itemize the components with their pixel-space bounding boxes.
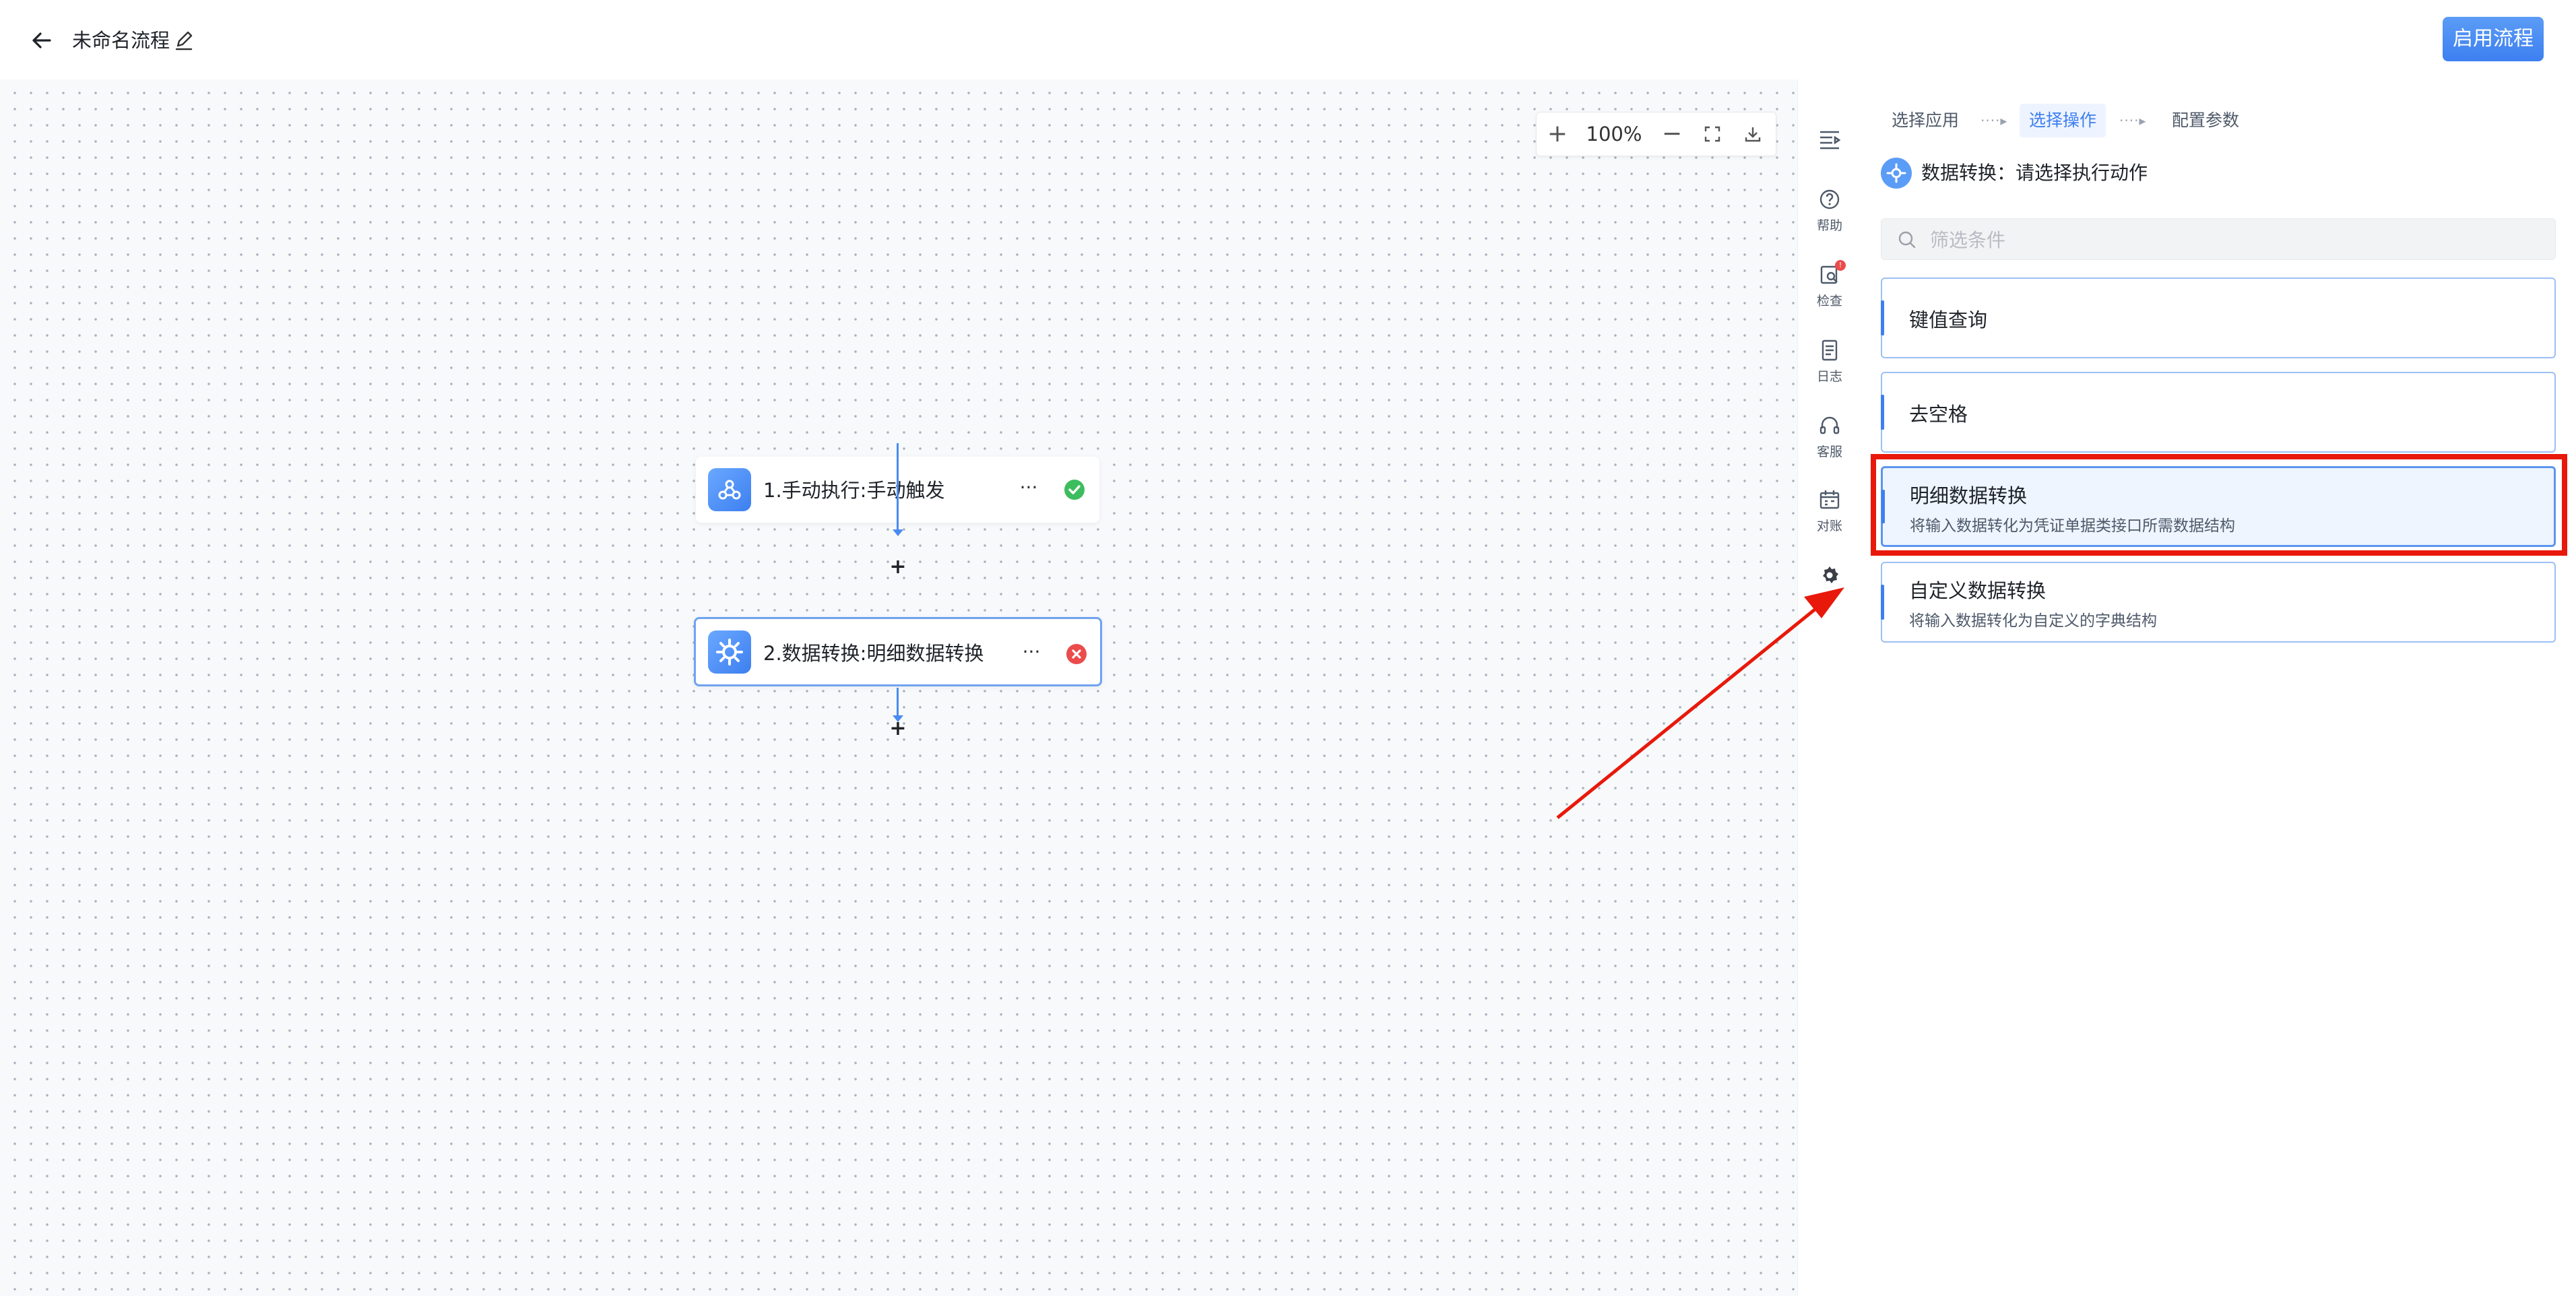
step-separator-icon: ····▸ — [2119, 112, 2147, 129]
download-icon[interactable] — [1737, 112, 1768, 156]
action-title: 明细数据转换 — [1910, 484, 2028, 507]
search-input[interactable] — [1929, 224, 2538, 255]
success-check-icon — [1064, 480, 1085, 500]
step-separator-icon: ····▸ — [1981, 112, 2008, 129]
node-label: 1.手动执行:手动触发 — [763, 479, 945, 502]
enable-flow-button[interactable]: 启用流程 — [2443, 17, 2544, 61]
steps-breadcrumb: 选择应用 ····▸ 选择操作 ····▸ 配置参数 — [1861, 104, 2576, 137]
flow-node-transform[interactable]: 2.数据转换:明细数据转换 ··· — [694, 617, 1102, 686]
zoom-level: 100% — [1586, 123, 1642, 145]
step-config-params[interactable]: 配置参数 — [2172, 104, 2239, 137]
side-toolbar: 帮助 ! 检查 日志 客服 对账 — [1797, 79, 1861, 1296]
action-desc: 将输入数据转化为凭证单据类接口所需数据结构 — [1910, 517, 2235, 535]
flow-canvas[interactable]: + 100% − 1.手动执行:手动触发 ··· + 2.数据转换:明细数据转换… — [0, 79, 1797, 1296]
toolbar-label: 客服 — [1816, 445, 1842, 459]
action-card-selected[interactable]: 明细数据转换 将输入数据转化为凭证单据类接口所需数据结构 — [1881, 466, 2556, 547]
action-desc: 将输入数据转化为自定义的字典结构 — [1909, 612, 2157, 630]
action-title: 键值查询 — [1909, 309, 1988, 331]
webhook-icon — [708, 468, 751, 511]
action-card[interactable]: 去空格 — [1881, 372, 2556, 453]
panel-heading: 数据转换：请选择执行动作 — [1921, 162, 2148, 184]
connector-line — [897, 443, 899, 531]
step-select-app[interactable]: 选择应用 — [1892, 104, 1959, 137]
toolbar-settings[interactable] — [1798, 563, 1861, 587]
log-icon — [1817, 338, 1842, 362]
connector-arrow — [893, 529, 903, 536]
fit-screen-icon[interactable] — [1697, 112, 1728, 156]
action-title: 去空格 — [1909, 403, 1968, 426]
toolbar-help[interactable]: 帮助 — [1798, 187, 1861, 234]
toolbar-label: 日志 — [1816, 369, 1842, 384]
headset-icon — [1817, 414, 1842, 438]
gear-icon — [1817, 563, 1842, 587]
check-icon: ! — [1817, 260, 1846, 287]
warning-badge: ! — [1835, 260, 1846, 271]
toolbar-label: 检查 — [1816, 294, 1842, 309]
error-close-icon — [1066, 644, 1087, 664]
toolbar-check[interactable]: ! 检查 — [1798, 260, 1861, 309]
top-header: 未命名流程 启用流程 — [0, 0, 2576, 79]
action-card[interactable]: 自定义数据转换 将输入数据转化为自定义的字典结构 — [1881, 562, 2556, 643]
edit-title-icon[interactable] — [172, 28, 195, 53]
toolbar-label: 帮助 — [1816, 218, 1842, 233]
list-collapse-icon — [1817, 127, 1842, 151]
toolbar-collapse[interactable] — [1798, 127, 1861, 151]
more-icon[interactable]: ··· — [1018, 639, 1045, 666]
step-select-action[interactable]: 选择操作 — [2020, 104, 2106, 137]
action-card[interactable]: 键值查询 — [1881, 278, 2556, 358]
zoom-in-button[interactable]: + — [1542, 112, 1573, 156]
config-panel: 选择应用 ····▸ 选择操作 ····▸ 配置参数 数据转换：请选择执行动作 … — [1861, 79, 2576, 1296]
filter-search[interactable] — [1881, 218, 2556, 260]
action-title: 自定义数据转换 — [1909, 579, 2047, 602]
more-icon[interactable]: ··· — [1015, 474, 1042, 501]
toolbar-reconcile[interactable]: 对账 — [1798, 488, 1861, 534]
toolbar-label: 对账 — [1816, 519, 1842, 533]
zoom-out-button[interactable]: − — [1656, 112, 1687, 156]
search-icon — [1896, 229, 1918, 251]
zoom-toolbar: + 100% − — [1536, 112, 1776, 156]
help-icon — [1817, 187, 1842, 212]
back-arrow-icon[interactable] — [27, 26, 57, 55]
add-step-button[interactable]: + — [888, 557, 908, 578]
calendar-icon — [1817, 488, 1842, 512]
add-step-button[interactable]: + — [888, 719, 908, 740]
data-transform-icon — [1881, 158, 1912, 189]
data-transform-icon — [708, 630, 751, 674]
toolbar-service[interactable]: 客服 — [1798, 414, 1861, 460]
flow-title: 未命名流程 — [72, 29, 170, 52]
connector-line — [897, 688, 899, 716]
toolbar-log[interactable]: 日志 — [1798, 338, 1861, 385]
node-label: 2.数据转换:明细数据转换 — [763, 642, 984, 665]
